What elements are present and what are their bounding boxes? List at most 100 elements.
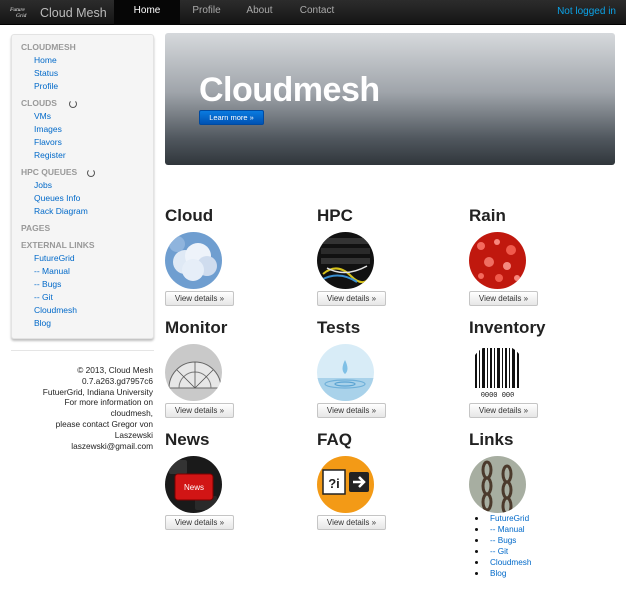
- hero-banner: Cloudmesh Learn more »: [165, 33, 615, 165]
- tile-faq: FAQ ?i View details »: [317, 430, 467, 530]
- sidebar: CLOUDMESH Home Status Profile CLOUDS VMs…: [11, 34, 154, 339]
- sidebar-header-clouds: CLOUDS: [21, 97, 153, 110]
- link-futuregrid[interactable]: FutureGrid: [490, 514, 529, 523]
- rain-drops-image: [469, 232, 526, 289]
- footer-email: laszewski@gmail.com: [71, 440, 153, 451]
- link-bugs[interactable]: -- Bugs: [490, 536, 516, 545]
- link-git[interactable]: -- Git: [490, 547, 508, 556]
- sidebar-item-register[interactable]: Register: [21, 149, 153, 162]
- footer: © 2013, Cloud Mesh 0.7.a263.gd7957c6 Fut…: [11, 365, 153, 451]
- tile-title: Monitor: [165, 318, 228, 337]
- sidebar-header-clouds-label: CLOUDS: [21, 98, 57, 108]
- link-manual[interactable]: -- Manual: [490, 525, 525, 534]
- view-details-button[interactable]: View details »: [165, 403, 234, 418]
- tile-news: News News View details »: [165, 430, 315, 530]
- footer-line: Laszewski: [114, 429, 153, 440]
- tile-title: Links: [469, 430, 514, 449]
- tile-title: Cloud: [165, 206, 214, 225]
- sidebar-header-hpc: HPC QUEUES: [21, 166, 153, 179]
- sidebar-header-hpc-label: HPC QUEUES: [21, 167, 78, 177]
- futuregrid-logo: Future Grid: [10, 4, 32, 21]
- barcode-image: 0000 000: [469, 344, 526, 401]
- info-sign-image: ?i: [317, 456, 374, 513]
- sidebar-header-external-links: EXTERNAL LINKS: [21, 240, 95, 250]
- sidebar-item-futuregrid[interactable]: FutureGrid: [21, 252, 153, 265]
- main-nav: Home Profile About Contact: [114, 0, 348, 25]
- footer-divider: [11, 350, 154, 351]
- sidebar-item-cloudmesh[interactable]: Cloudmesh: [21, 304, 153, 317]
- login-status-link[interactable]: Not logged in: [557, 6, 616, 17]
- view-details-button[interactable]: View details »: [317, 291, 386, 306]
- view-details-button[interactable]: View details »: [317, 515, 386, 530]
- link-blog[interactable]: Blog: [490, 569, 506, 578]
- sidebar-item-status[interactable]: Status: [21, 67, 153, 80]
- nav-home[interactable]: Home: [114, 0, 180, 25]
- sidebar-item-jobs[interactable]: Jobs: [21, 179, 153, 192]
- news-key-image: News: [165, 456, 222, 513]
- sidebar-item-manual[interactable]: -- Manual: [21, 265, 153, 278]
- nav-about[interactable]: About: [233, 0, 286, 25]
- tile-inventory: Inventory 0000 000 View details »: [469, 318, 619, 418]
- hero-title: Cloudmesh: [199, 71, 380, 109]
- tile-title: FAQ: [317, 430, 352, 449]
- footer-line: 0.7.a263.gd7957c6: [81, 375, 153, 386]
- footer-line: For more information on: [64, 397, 153, 408]
- list-item: Blog: [475, 568, 531, 579]
- sidebar-item-queues-info[interactable]: Queues Info: [21, 192, 153, 205]
- footer-line: FutuerGrid, Indiana University: [42, 386, 153, 397]
- footer-line: cloudmesh,: [110, 408, 153, 419]
- top-navbar: Future Grid Cloud Mesh Home Profile Abou…: [0, 0, 626, 25]
- chain-image: [469, 456, 526, 513]
- tile-title: News: [165, 430, 210, 449]
- link-cloudmesh[interactable]: Cloudmesh: [490, 558, 531, 567]
- view-details-button[interactable]: View details »: [317, 403, 386, 418]
- footer-line: please contact Gregor von: [55, 418, 153, 429]
- server-rack-image: [317, 232, 374, 289]
- view-details-button[interactable]: View details »: [469, 403, 538, 418]
- nav-profile[interactable]: Profile: [180, 0, 233, 25]
- tile-title: Tests: [317, 318, 361, 337]
- water-drop-image: [317, 344, 374, 401]
- sidebar-item-blog[interactable]: Blog: [21, 317, 153, 330]
- cloud-image: [165, 232, 222, 289]
- refresh-icon[interactable]: [68, 99, 77, 108]
- list-item: Cloudmesh: [475, 557, 531, 568]
- sidebar-item-rack-diagram[interactable]: Rack Diagram: [21, 205, 153, 218]
- nav-contact[interactable]: Contact: [286, 0, 348, 25]
- tile-cloud: Cloud View details »: [165, 206, 315, 306]
- sidebar-item-vms[interactable]: VMs: [21, 110, 153, 123]
- sidebar-item-images[interactable]: Images: [21, 123, 153, 136]
- sidebar-item-git[interactable]: -- Git: [21, 291, 153, 304]
- tile-title: Inventory: [469, 318, 546, 337]
- tile-links: Links: [469, 430, 619, 513]
- sidebar-item-home[interactable]: Home: [21, 54, 153, 67]
- view-details-button[interactable]: View details »: [469, 291, 538, 306]
- sidebar-header-pages: PAGES: [21, 223, 51, 233]
- barcode-text: 0000 000: [481, 392, 515, 400]
- tile-hpc: HPC View details »: [317, 206, 467, 306]
- view-details-button[interactable]: View details »: [165, 515, 234, 530]
- brand[interactable]: Future Grid Cloud Mesh: [10, 4, 107, 21]
- links-list: FutureGrid -- Manual -- Bugs -- Git Clou…: [475, 513, 531, 579]
- sidebar-header-cloudmesh: CLOUDMESH: [21, 42, 76, 52]
- sidebar-item-flavors[interactable]: Flavors: [21, 136, 153, 149]
- list-item: -- Manual: [475, 524, 531, 535]
- protractor-image: [165, 344, 222, 401]
- tile-monitor: Monitor View details »: [165, 318, 315, 418]
- view-details-button[interactable]: View details »: [165, 291, 234, 306]
- footer-line: © 2013, Cloud Mesh: [77, 365, 153, 375]
- learn-more-button[interactable]: Learn more »: [199, 110, 264, 125]
- list-item: FutureGrid: [475, 513, 531, 524]
- tile-rain: Rain View details »: [469, 206, 619, 306]
- list-item: -- Bugs: [475, 535, 531, 546]
- sidebar-item-bugs[interactable]: -- Bugs: [21, 278, 153, 291]
- refresh-icon[interactable]: [87, 168, 96, 177]
- logo-text-line2: Grid: [16, 12, 27, 19]
- list-item: -- Git: [475, 546, 531, 557]
- tile-title: Rain: [469, 206, 506, 225]
- brand-name[interactable]: Cloud Mesh: [40, 6, 107, 20]
- sidebar-item-profile[interactable]: Profile: [21, 80, 153, 93]
- tile-tests: Tests View details »: [317, 318, 467, 418]
- news-key-text: News: [184, 483, 204, 492]
- sign-text: ?i: [328, 476, 340, 491]
